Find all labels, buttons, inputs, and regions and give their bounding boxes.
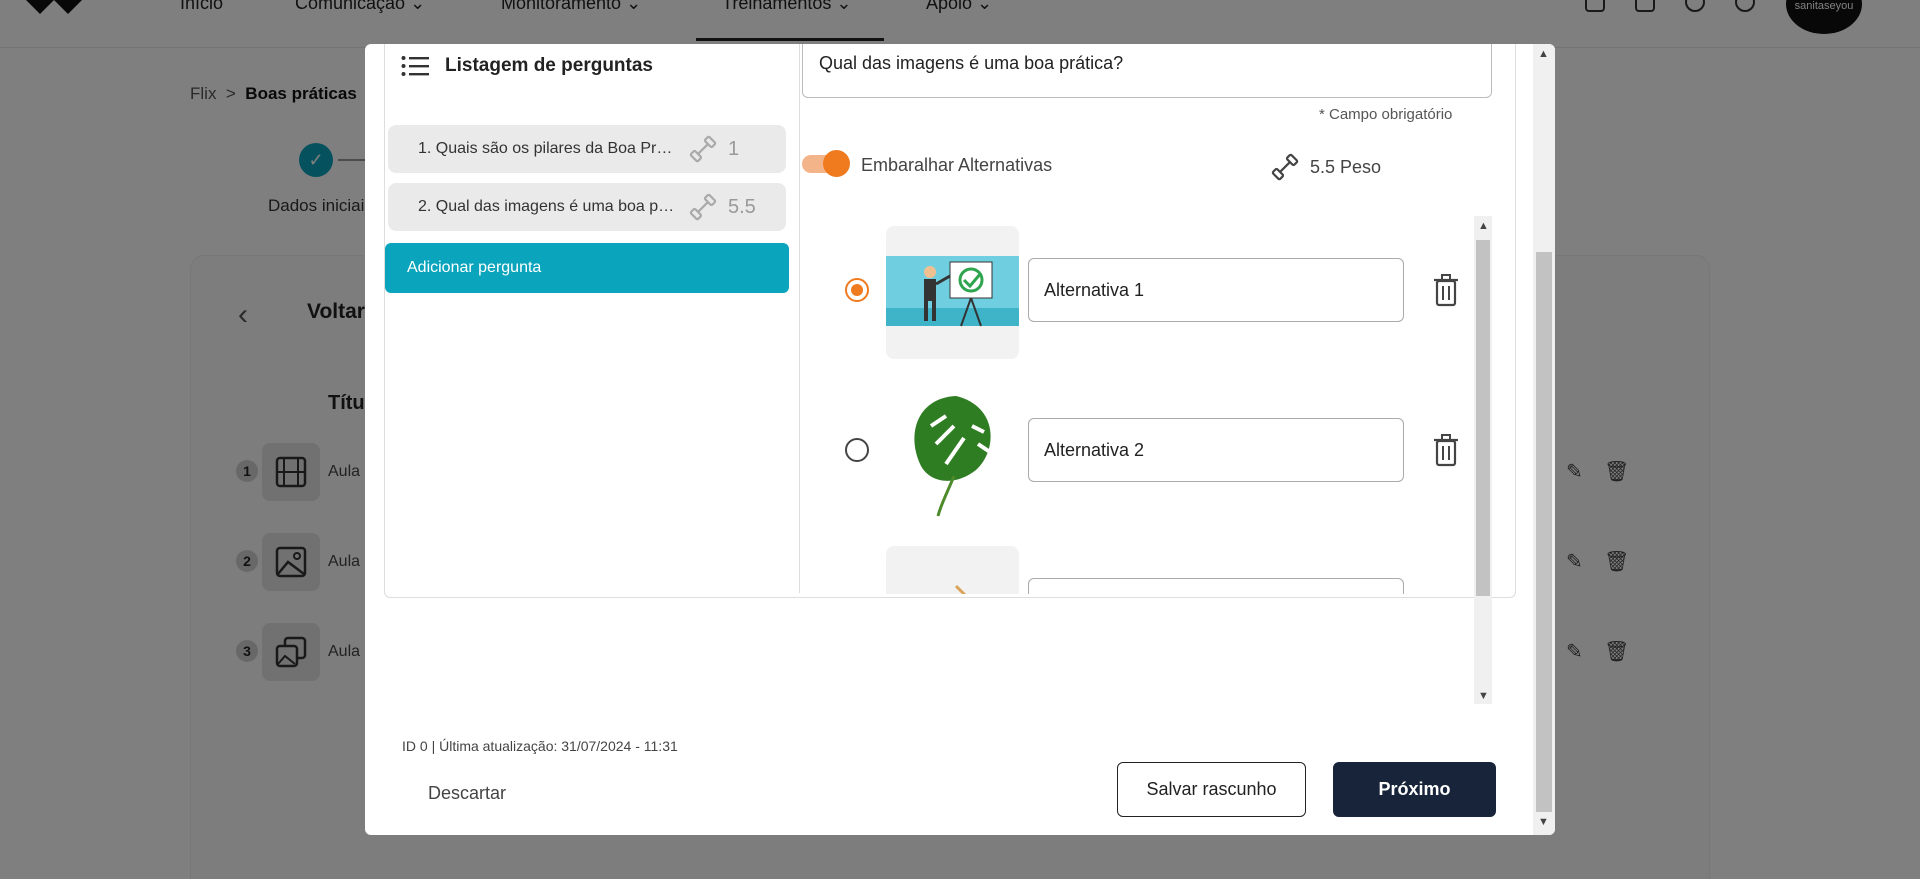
question-weight[interactable]: 5.5 Peso	[1270, 152, 1381, 182]
alternatives-scrollbar-thumb[interactable]	[1476, 240, 1490, 596]
alternative-row	[802, 376, 1499, 519]
question-list-item[interactable]: 2. Qual das imagens é uma boa prática? 5…	[388, 183, 786, 231]
panel-divider	[799, 44, 800, 593]
alternatives-list	[802, 216, 1499, 594]
question-text-field[interactable]: Qual das imagens é uma boa prática?	[802, 44, 1492, 98]
scroll-down-arrow-icon[interactable]: ▼	[1478, 690, 1489, 702]
required-field-note: * Campo obrigatório	[1319, 106, 1453, 123]
next-button[interactable]: Próximo	[1333, 762, 1496, 817]
question-item-text: 2. Qual das imagens é uma boa prática?	[418, 198, 676, 215]
delete-trash-icon[interactable]	[1431, 272, 1461, 308]
correct-answer-radio[interactable]	[845, 278, 869, 302]
correct-answer-radio[interactable]	[845, 438, 869, 462]
alternative-text-input[interactable]	[1028, 578, 1404, 594]
delete-trash-icon[interactable]	[1431, 432, 1461, 468]
discard-button[interactable]: Descartar	[428, 783, 506, 804]
modal-scroll-up-arrow-icon[interactable]: ▲	[1538, 48, 1549, 60]
question-item-text: 1. Quais são os pilares da Boa Prática?	[418, 140, 676, 157]
scroll-up-arrow-icon[interactable]: ▲	[1478, 220, 1489, 232]
shuffle-toggle-knob[interactable]	[823, 150, 850, 177]
add-question-button[interactable]: Adicionar pergunta	[385, 243, 789, 293]
question-list-item[interactable]: 1. Quais são os pilares da Boa Prática? …	[388, 125, 786, 173]
question-item-weight: 1	[728, 137, 740, 160]
shuffle-label: Embaralhar Alternativas	[861, 155, 1053, 175]
modal-scroll-down-arrow-icon[interactable]: ▼	[1538, 816, 1549, 828]
last-update-info: ID 0 | Última atualização: 31/07/2024 - …	[402, 738, 678, 754]
question-item-weight: 5.5	[728, 195, 756, 218]
list-icon	[401, 56, 429, 76]
monstera-leaf-image[interactable]	[886, 386, 1019, 519]
alternative-row	[802, 216, 1499, 359]
alternative-text-input[interactable]	[1028, 258, 1404, 322]
weight-dumbbell-icon	[689, 193, 717, 221]
save-draft-button[interactable]: Salvar rascunho	[1117, 762, 1306, 817]
alternative-row	[802, 536, 1499, 594]
delete-trash-icon[interactable]	[1431, 592, 1461, 594]
question-editor-modal: Listagem de perguntas 1. Quais são os pi…	[365, 44, 1555, 835]
question-list-title: Listagem de perguntas	[445, 55, 653, 76]
modal-scrollbar-thumb[interactable]	[1536, 252, 1552, 812]
weight-label: 5.5 Peso	[1310, 156, 1382, 177]
question-list-header: Listagem de perguntas	[401, 55, 653, 77]
alternative-text-input[interactable]	[1028, 418, 1404, 482]
canoe-image[interactable]	[886, 546, 1019, 594]
weight-dumbbell-icon	[689, 135, 717, 163]
weight-dumbbell-icon	[1271, 153, 1299, 181]
presentation-chart-image[interactable]	[886, 226, 1019, 359]
